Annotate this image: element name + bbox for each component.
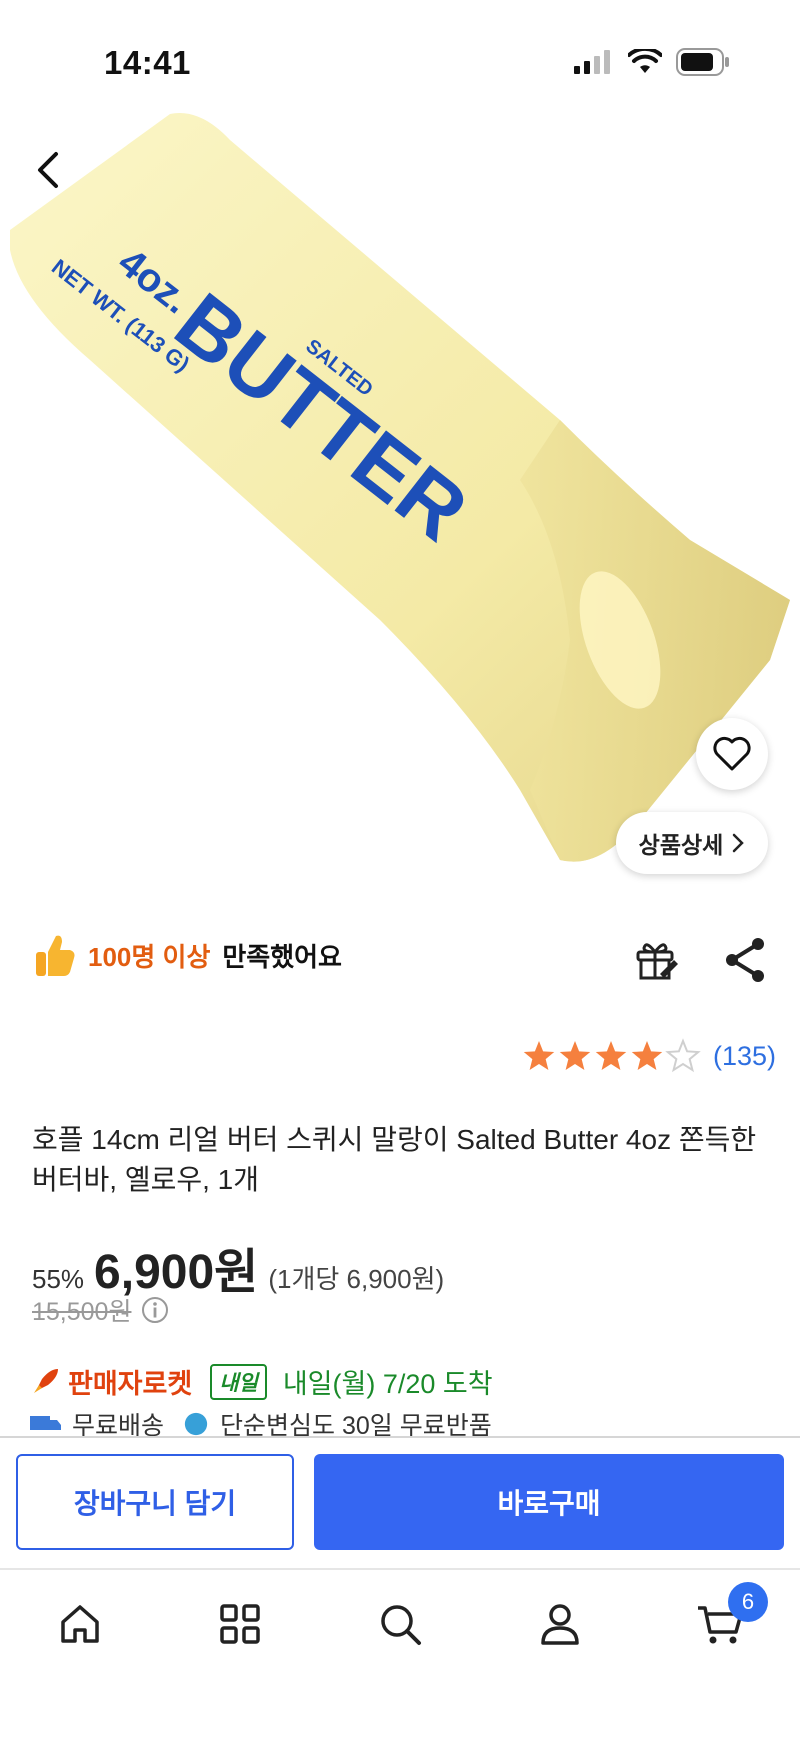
search-icon: [381, 1605, 421, 1645]
home-icon: [61, 1605, 99, 1643]
shipping-info-row: 무료배송 단순변심도 30일 무료반품: [30, 1412, 492, 1436]
rating-star: [559, 1041, 591, 1070]
tab-bar: [0, 1568, 800, 1742]
tomorrow-badge: 내일: [210, 1363, 267, 1400]
gift-icon: [636, 943, 678, 980]
back-button[interactable]: [26, 140, 70, 200]
wishlist-button[interactable]: [696, 718, 768, 790]
share-icon: [726, 938, 764, 982]
rating-star: [665, 1038, 701, 1073]
cellular-signal-icon: [574, 50, 610, 74]
buy-now-button[interactable]: 바로구매: [314, 1454, 784, 1550]
rating-stars: [523, 1038, 701, 1073]
arrival-date: 내일(월) 7/20 도착: [282, 1369, 493, 1399]
tab-home[interactable]: [52, 1596, 108, 1652]
free-shipping: 무료배송: [72, 1412, 165, 1436]
product-detail-button[interactable]: 상품상세: [616, 812, 768, 874]
cart-count-badge: 6: [728, 1582, 768, 1622]
delivery-row: 판매자로켓 내일 내일(월) 7/20 도착: [30, 1362, 493, 1401]
product-title: 호플 14cm 리얼 버터 스퀴시 말랑이 Salted Butter 4oz …: [32, 1124, 757, 1195]
heart-icon: [713, 736, 751, 771]
battery-icon: [676, 48, 729, 76]
satisfaction-row: 100명 이상 만족했어요: [34, 932, 342, 978]
satisfaction-count: 100명 이상: [88, 941, 211, 972]
chevron-right-icon: [733, 833, 745, 853]
person-icon: [541, 1604, 579, 1645]
unit-price: (1개당 6,900원): [268, 1264, 445, 1294]
status-icons: [574, 48, 730, 76]
thumbs-up-icon: [36, 935, 75, 976]
original-price: 15,500원: [32, 1298, 132, 1326]
tab-my-account[interactable]: [532, 1596, 588, 1652]
rating-star: [595, 1041, 627, 1070]
add-to-cart-button[interactable]: 장바구니 담기: [16, 1454, 294, 1550]
return-icon: [184, 1412, 208, 1436]
wifi-icon: [628, 49, 662, 73]
seller-rocket-label: 판매자로켓: [68, 1369, 193, 1399]
tab-search[interactable]: [372, 1596, 428, 1652]
discount-rate: 55%: [32, 1264, 85, 1294]
rating-star: [523, 1041, 555, 1070]
review-count[interactable]: (135): [713, 1041, 776, 1072]
gift-button[interactable]: [632, 936, 680, 984]
rating[interactable]: (135): [521, 1038, 776, 1074]
status-time: 14:41: [104, 44, 191, 81]
satisfaction-text: 만족했어요: [222, 941, 342, 972]
grid-icon: [220, 1604, 260, 1644]
chevron-left-icon: [38, 152, 58, 188]
free-return: 단순변심도 30일 무료반품: [220, 1412, 492, 1436]
product-image: 4oz. NET WT. (113 G) SALTED BUTTER: [0, 100, 800, 890]
tab-categories[interactable]: [212, 1596, 268, 1652]
product-detail-label: 상품상세: [638, 832, 724, 858]
share-button[interactable]: [722, 936, 770, 984]
rocket-icon: [34, 1368, 58, 1393]
original-price-row: 15,500원: [32, 1292, 169, 1328]
truck-icon: [30, 1416, 61, 1430]
rating-star: [631, 1041, 663, 1070]
info-icon[interactable]: [141, 1296, 169, 1324]
